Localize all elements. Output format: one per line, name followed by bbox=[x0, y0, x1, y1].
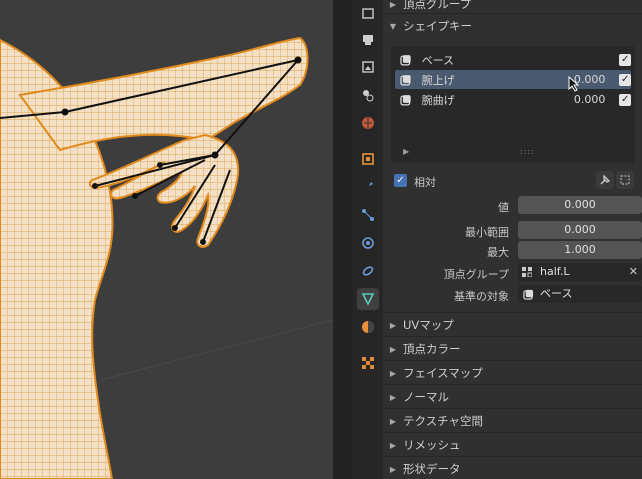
shape-key-row[interactable]: ベース ✓ bbox=[395, 50, 631, 69]
panel-remesh[interactable]: ▶ リメッシュ bbox=[383, 433, 642, 457]
shape-key-name[interactable]: 腕上げ bbox=[422, 72, 557, 88]
panel-title: ノーマル bbox=[403, 390, 449, 404]
mesh-render bbox=[0, 36, 333, 479]
mesh-data-icon[interactable] bbox=[357, 288, 379, 310]
viewport-scroll-region[interactable] bbox=[333, 0, 353, 479]
panel-title: シェイプキー bbox=[403, 19, 472, 33]
range-min-field[interactable]: 0.000 bbox=[518, 221, 642, 239]
panel-title: UVマップ bbox=[403, 318, 454, 332]
collapsed-arrow-icon: ▶ bbox=[389, 368, 397, 378]
collapsed-arrow-icon: ▶ bbox=[389, 392, 397, 402]
texture-icon[interactable] bbox=[357, 352, 379, 374]
shape-key-list[interactable]: ベース ✓ 腕上げ 0.000 ✓ 腕曲げ 0.000 ✓ ▶ :::: bbox=[391, 46, 635, 163]
collapsed-arrow-icon: ▶ bbox=[389, 416, 397, 426]
shape-key-name[interactable]: 腕曲げ bbox=[422, 92, 557, 108]
vertex-group-field[interactable]: half.L ✕ bbox=[518, 263, 642, 281]
expanded-arrow-icon: ▼ bbox=[389, 21, 397, 31]
collapsed-arrow-icon: ▶ bbox=[389, 440, 397, 450]
render-icon[interactable] bbox=[357, 29, 379, 51]
vertex-group-icon bbox=[522, 267, 532, 277]
properties-editor: ▶ 頂点グループ ▼ シェイプキー ベース ✓ 腕上げ 0.000 ✓ 腕曲げ … bbox=[383, 0, 642, 479]
view-layer-icon[interactable] bbox=[357, 84, 379, 106]
shape-key-mute-checkbox[interactable]: ✓ bbox=[619, 93, 631, 106]
relative-checkbox[interactable]: ✓ bbox=[394, 174, 407, 187]
panel-title: リメッシュ bbox=[403, 438, 461, 452]
value-field[interactable]: 0.000 bbox=[518, 196, 642, 214]
particles-icon[interactable] bbox=[357, 204, 379, 226]
edit-mode-icon[interactable] bbox=[616, 171, 634, 189]
panel-title: 頂点グループ bbox=[403, 0, 472, 11]
list-options-arrow-icon[interactable]: ▶ bbox=[403, 147, 409, 156]
tool-icon[interactable] bbox=[357, 2, 379, 24]
material-icon[interactable] bbox=[357, 316, 379, 338]
world-icon[interactable] bbox=[357, 112, 379, 134]
constraints-icon[interactable] bbox=[357, 260, 379, 282]
panel-vertex-colors[interactable]: ▶ 頂点カラー bbox=[383, 337, 642, 361]
collapsed-arrow-icon: ▶ bbox=[389, 0, 397, 9]
list-resize-grip-icon[interactable]: :::: bbox=[520, 147, 535, 156]
panel-uv-maps[interactable]: ▶ UVマップ bbox=[383, 313, 642, 337]
shape-key-icon bbox=[400, 54, 411, 65]
panel-shape-keys[interactable]: ▼ シェイプキー bbox=[383, 14, 642, 38]
shape-key-value[interactable]: 0.000 bbox=[557, 93, 606, 106]
relative-to-field[interactable]: ベース bbox=[518, 285, 642, 303]
vertex-group-label: 頂点グループ bbox=[443, 268, 509, 281]
relative-to-value: ベース bbox=[540, 287, 573, 300]
modifier-icon[interactable] bbox=[357, 176, 379, 198]
panel-geometry-data[interactable]: ▶ 形状データ bbox=[383, 457, 642, 479]
collapsed-arrow-icon: ▶ bbox=[389, 344, 397, 354]
object-icon[interactable] bbox=[357, 148, 379, 170]
panel-face-maps[interactable]: ▶ フェイスマップ bbox=[383, 361, 642, 385]
range-max-field[interactable]: 1.000 bbox=[518, 241, 642, 259]
shape-key-value[interactable]: 0.000 bbox=[557, 73, 606, 86]
clear-icon[interactable]: ✕ bbox=[629, 263, 638, 281]
panel-title: テクスチャ空間 bbox=[403, 414, 484, 428]
output-icon[interactable] bbox=[357, 56, 379, 78]
shape-key-mute-checkbox[interactable]: ✓ bbox=[619, 53, 631, 66]
shape-key-icon bbox=[523, 289, 534, 300]
collapsed-arrow-icon: ▶ bbox=[389, 320, 397, 330]
physics-icon[interactable] bbox=[357, 232, 379, 254]
range-min-label: 最小範囲 bbox=[465, 226, 509, 239]
panel-title: フェイスマップ bbox=[403, 366, 483, 380]
relative-label: 相対 bbox=[414, 176, 436, 189]
panel-title: 形状データ bbox=[403, 462, 461, 476]
shape-key-mute-checkbox[interactable]: ✓ bbox=[619, 73, 631, 86]
value-label: 値 bbox=[498, 201, 509, 214]
collapsed-arrow-icon: ▶ bbox=[389, 464, 397, 474]
shape-key-icon bbox=[400, 94, 411, 105]
mouse-cursor-icon bbox=[568, 76, 580, 92]
3d-viewport[interactable] bbox=[0, 0, 333, 479]
shape-key-row[interactable]: 腕曲げ 0.000 ✓ bbox=[395, 90, 631, 109]
shape-key-row-selected[interactable]: 腕上げ 0.000 ✓ bbox=[395, 70, 631, 89]
panel-texture-space[interactable]: ▶ テクスチャ空間 bbox=[383, 409, 642, 433]
panel-normals[interactable]: ▶ ノーマル bbox=[383, 385, 642, 409]
range-max-label: 最大 bbox=[487, 246, 509, 259]
properties-tab-bar bbox=[353, 0, 383, 479]
shape-key-name[interactable]: ベース bbox=[422, 52, 557, 68]
panel-title: 頂点カラー bbox=[403, 342, 461, 356]
vertex-group-value: half.L bbox=[540, 265, 570, 278]
relative-to-label: 基準の対象 bbox=[454, 290, 509, 303]
shape-key-icon bbox=[400, 74, 411, 85]
pin-icon[interactable] bbox=[596, 171, 614, 189]
